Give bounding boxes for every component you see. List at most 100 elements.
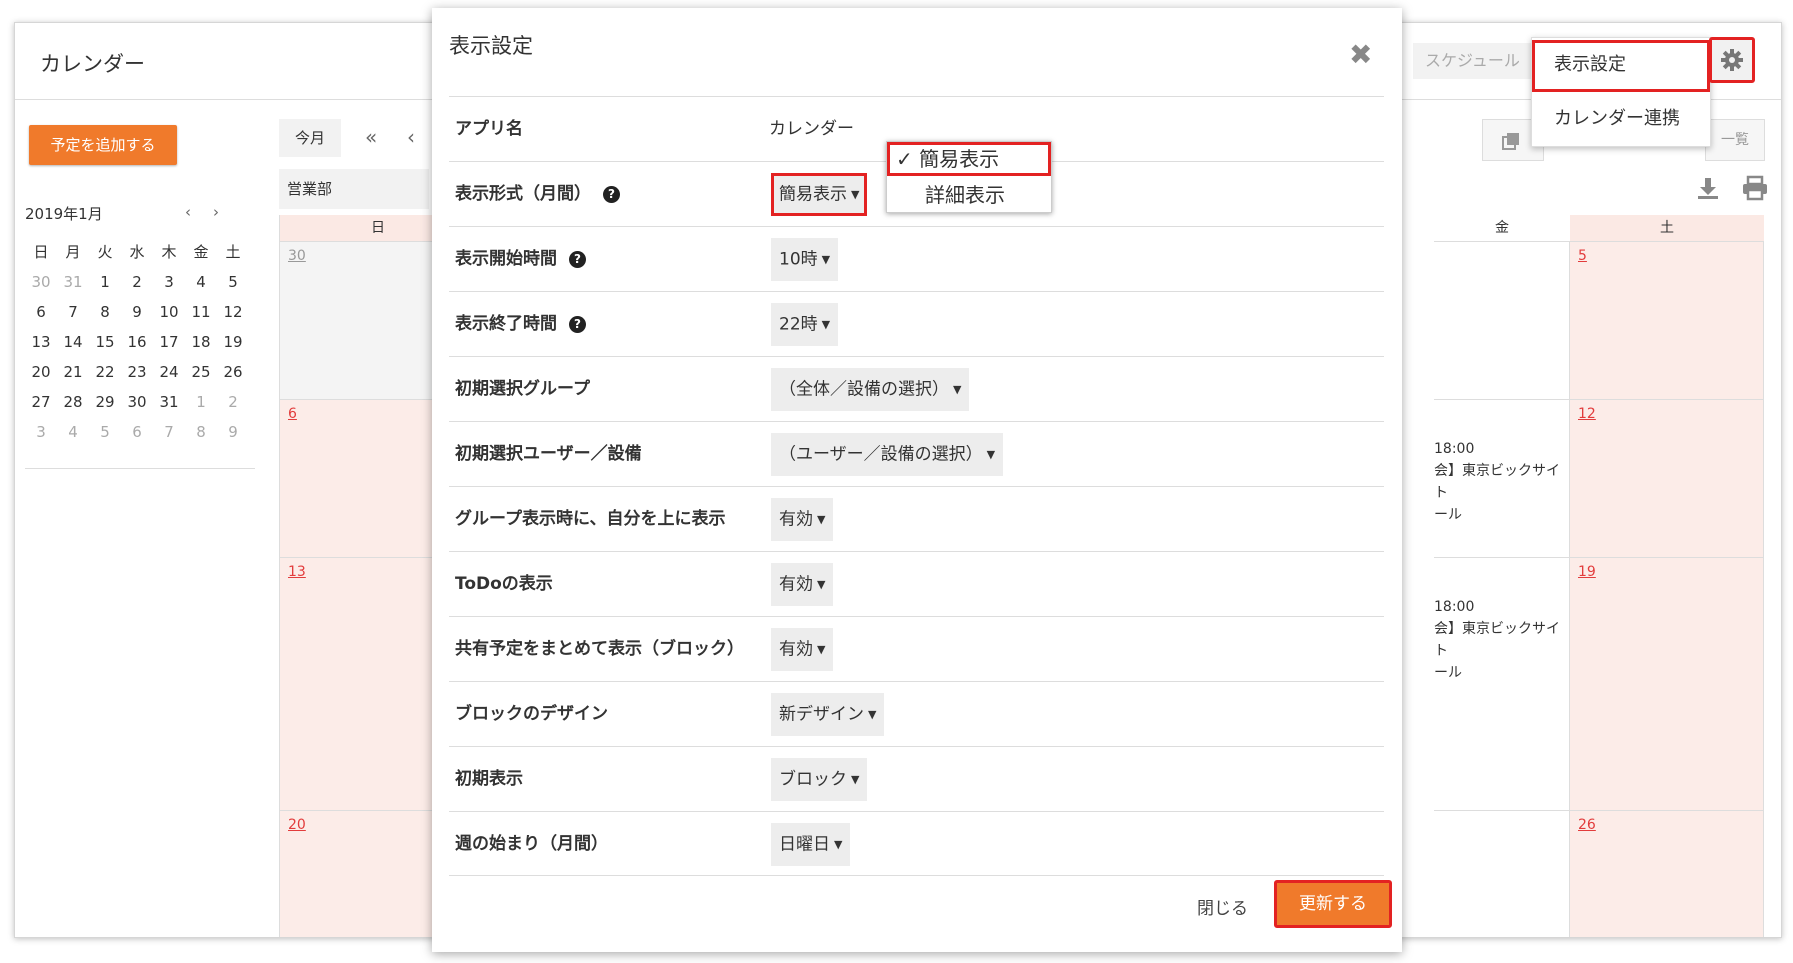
mini-day[interactable]: 27 (25, 387, 57, 417)
help-icon[interactable]: ? (569, 250, 586, 268)
mini-day[interactable]: 18 (185, 327, 217, 357)
help-icon[interactable]: ? (569, 315, 586, 333)
mini-day[interactable]: 29 (89, 387, 121, 417)
event-entry[interactable]: 18:00 会】東京ビックサイト ール (1434, 596, 1569, 684)
day-cell[interactable]: 18:00 会】東京ビックサイト ール (1434, 557, 1570, 810)
select-value: 日曜日 (779, 834, 830, 855)
initial-view-select[interactable]: ブロック ▼ (771, 758, 868, 801)
mini-day[interactable]: 12 (217, 297, 249, 327)
search-input[interactable]: スケジュール (1413, 43, 1545, 79)
block-display-select[interactable]: 有効 ▼ (771, 628, 834, 671)
prev-year-icon[interactable]: « (365, 125, 377, 149)
day-cell[interactable]: 19 (1570, 557, 1764, 810)
day-cell[interactable] (1434, 810, 1570, 937)
mini-day[interactable]: 5 (217, 267, 249, 297)
mini-day[interactable]: 25 (185, 357, 217, 387)
day-cell[interactable] (1434, 241, 1570, 399)
mini-day[interactable]: 3 (153, 267, 185, 297)
mini-day[interactable]: 28 (57, 387, 89, 417)
week-start-select[interactable]: 日曜日 ▼ (771, 823, 851, 866)
initial-group-select[interactable]: （全体／設備の選択） ▼ (771, 368, 970, 411)
dropdown-option-detail[interactable]: 詳細表示 (887, 178, 1051, 212)
day-number[interactable]: 5 (1578, 248, 1587, 264)
mini-day[interactable]: 8 (89, 297, 121, 327)
day-number[interactable]: 19 (1578, 564, 1596, 580)
mini-day[interactable]: 22 (89, 357, 121, 387)
list-view-button[interactable]: 一覧 (1705, 119, 1765, 161)
mini-day[interactable]: 3 (25, 417, 57, 447)
prev-month-icon[interactable]: ‹ (185, 203, 191, 221)
mini-day[interactable]: 13 (25, 327, 57, 357)
mini-day[interactable]: 1 (89, 267, 121, 297)
mini-day[interactable]: 2 (121, 267, 153, 297)
row-label: 週の始まり（月間） (455, 834, 608, 854)
mini-day[interactable]: 20 (25, 357, 57, 387)
display-format-select[interactable]: 簡易表示 ▼ (771, 173, 868, 216)
mini-day[interactable]: 9 (121, 297, 153, 327)
mini-day[interactable]: 6 (25, 297, 57, 327)
check-icon: ✓ (896, 147, 920, 171)
menu-item-display-settings[interactable]: 表示設定 (1532, 40, 1710, 92)
close-button[interactable]: 閉じる (1197, 894, 1248, 919)
menu-item-calendar-sync[interactable]: カレンダー連携 (1532, 94, 1710, 144)
todo-display-select[interactable]: 有効 ▼ (771, 563, 834, 606)
download-icon[interactable] (1695, 175, 1721, 201)
block-design-select[interactable]: 新デザイン ▼ (771, 693, 885, 736)
update-button[interactable]: 更新する (1274, 880, 1392, 928)
mini-day[interactable]: 8 (185, 417, 217, 447)
mini-day[interactable]: 7 (153, 417, 185, 447)
mini-day[interactable]: 7 (57, 297, 89, 327)
day-number[interactable]: 20 (288, 817, 306, 833)
mini-day[interactable]: 16 (121, 327, 153, 357)
day-number[interactable]: 12 (1578, 406, 1596, 422)
settings-button[interactable] (1709, 37, 1755, 83)
day-cell[interactable]: 26 (1570, 810, 1764, 937)
weekday-label: 金 (193, 243, 209, 261)
row-initial-view: 初期表示 ブロック ▼ (449, 746, 1384, 811)
end-time-select[interactable]: 22時 ▼ (771, 303, 839, 346)
mini-day[interactable]: 6 (121, 417, 153, 447)
group-select[interactable]: 営業部 (279, 169, 429, 209)
mini-day[interactable]: 30 (121, 387, 153, 417)
day-number[interactable]: 30 (288, 248, 306, 264)
print-icon[interactable] (1741, 175, 1769, 201)
day-cell[interactable]: 5 (1570, 241, 1764, 399)
mini-day[interactable]: 17 (153, 327, 185, 357)
mini-day[interactable]: 4 (185, 267, 217, 297)
initial-user-select[interactable]: （ユーザー／設備の選択） ▼ (771, 433, 1004, 476)
mini-day[interactable]: 2 (217, 387, 249, 417)
mini-day[interactable]: 31 (153, 387, 185, 417)
mini-day[interactable]: 23 (121, 357, 153, 387)
mini-day[interactable]: 5 (89, 417, 121, 447)
mini-day[interactable]: 10 (153, 297, 185, 327)
mini-day[interactable]: 9 (217, 417, 249, 447)
day-number[interactable]: 6 (288, 406, 297, 422)
mini-day[interactable]: 19 (217, 327, 249, 357)
event-entry[interactable]: 18:00 会】東京ビックサイト ール (1434, 438, 1569, 526)
day-number[interactable]: 26 (1578, 817, 1596, 833)
day-cell[interactable]: 12 (1570, 399, 1764, 557)
start-time-select[interactable]: 10時 ▼ (771, 238, 839, 281)
prev-month-nav-icon[interactable]: ‹ (407, 125, 415, 149)
mini-day[interactable]: 31 (57, 267, 89, 297)
mini-day[interactable]: 30 (25, 267, 57, 297)
mini-day[interactable]: 14 (57, 327, 89, 357)
day-number[interactable]: 13 (288, 564, 306, 580)
mini-day[interactable]: 24 (153, 357, 185, 387)
row-label: 表示形式（月間） (455, 184, 591, 204)
this-month-button[interactable]: 今月 (279, 119, 341, 157)
mini-day[interactable]: 21 (57, 357, 89, 387)
help-icon[interactable]: ? (603, 185, 620, 203)
mini-day[interactable]: 26 (217, 357, 249, 387)
self-on-top-select[interactable]: 有効 ▼ (771, 498, 834, 541)
add-event-button[interactable]: 予定を追加する (29, 125, 177, 165)
close-icon[interactable]: ✖ (1349, 38, 1372, 71)
next-month-icon[interactable]: › (213, 203, 219, 221)
event-title: 会】東京ビックサイト (1434, 621, 1560, 659)
mini-day[interactable]: 4 (57, 417, 89, 447)
dropdown-option-simple[interactable]: ✓ 簡易表示 (887, 142, 1051, 176)
mini-day[interactable]: 1 (185, 387, 217, 417)
mini-day[interactable]: 11 (185, 297, 217, 327)
mini-day[interactable]: 15 (89, 327, 121, 357)
day-cell[interactable]: 18:00 会】東京ビックサイト ール (1434, 399, 1570, 557)
